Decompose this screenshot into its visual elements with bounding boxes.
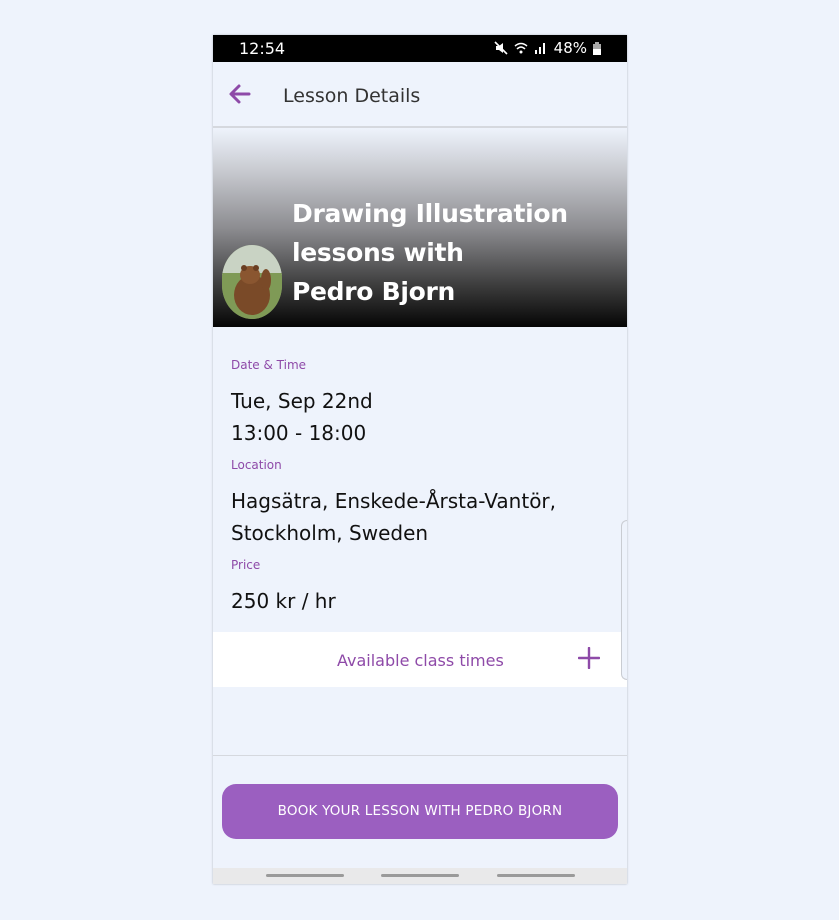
lesson-hero-banner: Drawing Illustration lessons with Pedro … (213, 128, 627, 327)
wifi-icon (514, 42, 528, 54)
lesson-title-line: Pedro Bjorn (292, 277, 456, 306)
book-lesson-button[interactable]: BOOK YOUR LESSON WITH PEDRO BJORN (222, 784, 618, 839)
app-bar: Lesson Details (213, 62, 627, 128)
plus-icon[interactable] (578, 647, 600, 669)
page-title: Lesson Details (283, 85, 421, 107)
phone-screen: 12:54 48% Lesson Details Drawing Illustr… (213, 35, 627, 884)
avatar (222, 245, 282, 319)
nav-back-button[interactable] (497, 874, 575, 877)
signal-icon (534, 43, 545, 54)
price-label: Price (231, 558, 261, 572)
battery-icon (593, 41, 601, 55)
lesson-title-line: lessons with (292, 238, 464, 267)
available-class-times-label: Available class times (337, 651, 504, 670)
lesson-title: Drawing Illustration lessons with Pedro … (292, 194, 612, 311)
system-nav-bar (213, 868, 627, 884)
bear-avatar-image (222, 245, 282, 319)
nav-recent-button[interactable] (266, 874, 344, 877)
arrow-left-icon[interactable] (227, 82, 253, 106)
date-time-label: Date & Time (231, 358, 307, 372)
lesson-price: 250 kr / hr (231, 589, 336, 613)
status-bar: 12:54 48% (213, 35, 627, 62)
divider (213, 755, 627, 756)
lesson-time: 13:00 - 18:00 (231, 421, 367, 445)
nav-home-button[interactable] (381, 874, 459, 877)
location-line-1: Hagsätra, Enskede-Årsta-Vantör, (231, 489, 557, 513)
lesson-title-line: Drawing Illustration (292, 199, 568, 228)
mute-icon (494, 41, 508, 55)
battery-percent: 48% (553, 39, 587, 57)
location-line-2: Stockholm, Sweden (231, 521, 429, 545)
available-class-times-row[interactable]: Available class times (213, 632, 627, 687)
location-label: Location (231, 458, 282, 472)
lesson-date: Tue, Sep 22nd (231, 389, 373, 413)
status-icons: 48% (494, 39, 601, 57)
status-time: 12:54 (239, 39, 286, 58)
scroll-handle[interactable] (621, 520, 627, 680)
